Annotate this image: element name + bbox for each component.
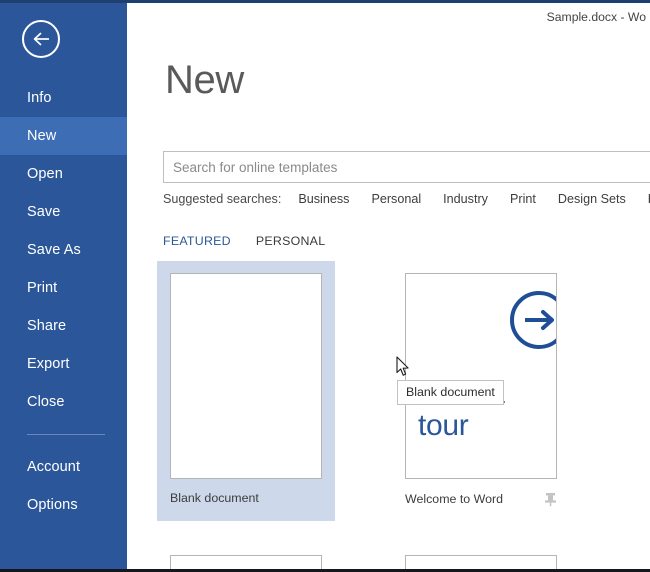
template-label: Welcome to Word [405,492,503,506]
template-label: Blank document [170,491,259,505]
sidebar-nav: Info New Open Save Save As Print Share E… [0,79,127,524]
search-input[interactable] [164,152,650,182]
sidebar-item-label: Info [27,90,52,106]
tab-featured[interactable]: FEATURED [163,234,231,248]
backstage-sidebar: Info New Open Save Save As Print Share E… [0,3,127,572]
sidebar-item-label: Export [27,356,70,372]
template-art-line2: tour [418,410,505,442]
template-card-title-dark[interactable]: Title [157,543,335,569]
template-card-footer: Welcome to Word [392,479,570,523]
sidebar-item-label: Open [27,166,63,182]
sidebar-divider [27,434,105,435]
sidebar-item-save-as[interactable]: Save As [0,231,127,269]
circle-right-arrow-icon [508,289,557,351]
template-card-title-red[interactable]: Title [392,543,570,569]
word-backstage-window: Info New Open Save Save As Print Share E… [0,0,650,572]
sidebar-item-save[interactable]: Save [0,193,127,231]
sidebar-item-options[interactable]: Options [0,486,127,524]
sidebar-item-print[interactable]: Print [0,269,127,307]
template-card-footer: Blank document [157,479,335,521]
template-thumb-wrap: Title [392,543,570,569]
suggested-link-personal[interactable]: Personal [371,192,421,206]
template-thumbnail-blank[interactable] [170,273,322,479]
suggested-link-print[interactable]: Print [510,192,536,206]
sidebar-item-new[interactable]: New [0,117,127,155]
sidebar-item-label: Save As [27,242,81,258]
window-title: Sample.docx - Wo [547,10,646,24]
page-title: New [165,58,244,103]
back-arrow-icon[interactable] [22,20,60,58]
template-thumbnail-title-dark[interactable]: Title [170,555,322,569]
sidebar-item-label: Share [27,318,66,334]
template-card-blank-document[interactable]: Blank document [157,261,335,521]
sidebar-item-label: Close [27,394,65,410]
pin-icon[interactable] [544,491,557,507]
template-thumbnail-title-red[interactable]: Title [405,555,557,569]
sidebar-item-close[interactable]: Close [0,383,127,421]
tab-personal[interactable]: PERSONAL [256,234,325,248]
sidebar-item-export[interactable]: Export [0,345,127,383]
suggested-searches-label: Suggested searches: [163,192,281,206]
suggested-link-design-sets[interactable]: Design Sets [558,192,626,206]
sidebar-item-share[interactable]: Share [0,307,127,345]
search-box[interactable] [163,151,650,183]
tooltip: Blank document [397,380,504,405]
template-tabs: FEATURED PERSONAL [163,234,350,248]
template-thumb-wrap: Take a tour [392,261,570,479]
suggested-searches: Suggested searches: Business Personal In… [163,192,650,206]
sidebar-item-label: Account [27,459,80,475]
backstage-content: Sample.docx - Wo New Suggested searches:… [127,3,650,569]
template-thumb-wrap [157,261,335,479]
sidebar-item-label: Print [27,280,57,296]
sidebar-item-label: Options [27,497,78,513]
sidebar-item-info[interactable]: Info [0,79,127,117]
suggested-link-industry[interactable]: Industry [443,192,488,206]
sidebar-item-label: New [27,128,56,144]
sidebar-item-open[interactable]: Open [0,155,127,193]
sidebar-item-label: Save [27,204,60,220]
sidebar-item-account[interactable]: Account [0,448,127,486]
template-thumb-wrap: Title [157,543,335,569]
suggested-link-business[interactable]: Business [298,192,349,206]
template-thumbnail-tour[interactable]: Take a tour [405,273,557,479]
